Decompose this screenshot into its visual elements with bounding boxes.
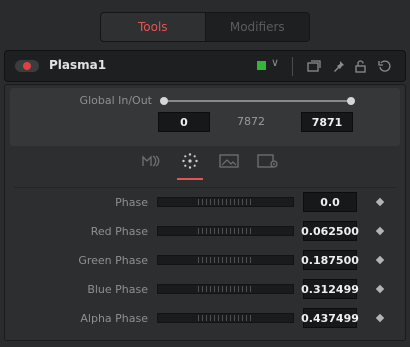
global-in-field[interactable]: 0 (158, 112, 210, 132)
tab-tools[interactable]: Tools (101, 13, 205, 41)
global-out-field[interactable]: 7871 (301, 112, 353, 132)
alpha-phase-value-field[interactable]: 0.437499 (301, 308, 359, 328)
pin-icon[interactable] (329, 57, 347, 75)
blue-phase-value-field[interactable]: 0.312499 (301, 279, 359, 299)
node-name[interactable]: Plasma1 (49, 58, 106, 72)
param-label: Phase (115, 196, 148, 209)
version-icon[interactable] (305, 57, 323, 75)
green-phase-slider[interactable] (157, 255, 294, 265)
param-label: Green Phase (78, 254, 148, 267)
circles-icon[interactable] (139, 150, 163, 172)
global-range-length: 7872 (237, 115, 265, 128)
settings-icon[interactable] (256, 150, 280, 172)
node-color-swatch[interactable] (257, 61, 266, 70)
image-icon[interactable] (217, 150, 241, 172)
phase-value-field[interactable]: 0.0 (303, 192, 357, 212)
dots-icon[interactable] (178, 150, 202, 172)
lock-icon[interactable] (351, 57, 369, 75)
range-out-handle[interactable] (347, 97, 355, 105)
global-inout-range-slider[interactable] (164, 100, 352, 102)
param-label: Blue Phase (87, 283, 148, 296)
blue-phase-slider[interactable] (157, 284, 294, 294)
chevron-down-icon[interactable]: ∨ (271, 56, 279, 69)
alpha-phase-slider[interactable] (157, 313, 294, 323)
node-enable-toggle[interactable] (15, 60, 39, 72)
range-in-handle[interactable] (160, 97, 168, 105)
header-separator (292, 57, 293, 76)
node-header: Plasma1 ∨ (4, 50, 406, 82)
reset-icon[interactable] (375, 57, 393, 75)
tab-modifiers[interactable]: Modifiers (204, 13, 310, 41)
active-tab-indicator (177, 178, 203, 180)
section-divider (14, 187, 396, 188)
global-inout-label: Global In/Out (79, 94, 152, 107)
red-phase-value-field[interactable]: 0.062500 (301, 221, 359, 241)
param-label: Red Phase (90, 225, 148, 238)
tool-tab-bar: Tools Modifiers (100, 12, 310, 42)
param-label: Alpha Phase (80, 312, 148, 325)
phase-slider[interactable] (157, 197, 294, 207)
green-phase-value-field[interactable]: 0.187500 (301, 250, 359, 270)
red-phase-slider[interactable] (157, 226, 294, 236)
